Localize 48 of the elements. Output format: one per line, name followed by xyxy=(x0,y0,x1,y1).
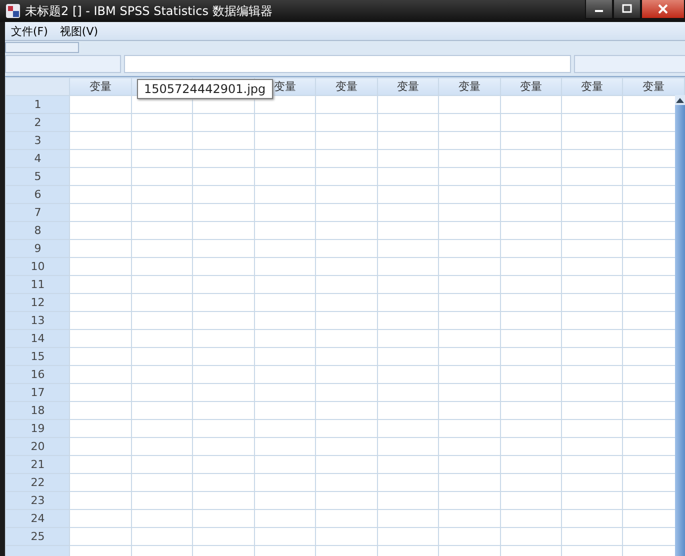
toolbar-grip[interactable] xyxy=(5,42,79,53)
maximize-icon xyxy=(621,4,633,14)
column-header[interactable]: 变量 xyxy=(438,78,500,96)
row-header[interactable]: 14 xyxy=(6,330,70,348)
close-button[interactable] xyxy=(641,0,685,19)
column-header[interactable]: 变量 xyxy=(562,78,623,96)
maximize-button[interactable] xyxy=(613,0,641,19)
cell-name-field[interactable] xyxy=(5,55,121,73)
row-header[interactable]: 3 xyxy=(6,132,70,150)
row-header[interactable]: 22 xyxy=(6,474,70,492)
menu-item[interactable]: 视图(V) xyxy=(54,24,104,38)
row-header[interactable]: 5 xyxy=(6,168,70,186)
row-header[interactable]: 10 xyxy=(6,258,70,276)
row-header[interactable]: 20 xyxy=(6,438,70,456)
scrollbar[interactable] xyxy=(675,95,685,556)
row-header[interactable]: 16 xyxy=(6,366,70,384)
column-header[interactable]: 变量 xyxy=(622,78,684,96)
menu-item[interactable]: 文件(F) xyxy=(5,24,54,38)
row-header[interactable]: 23 xyxy=(6,492,70,510)
row-header[interactable]: 2 xyxy=(6,114,70,132)
corner-cell[interactable] xyxy=(6,78,70,96)
row-header[interactable]: 19 xyxy=(6,420,70,438)
scroll-up-icon[interactable] xyxy=(675,95,685,105)
row-header[interactable]: 7 xyxy=(6,204,70,222)
row-header[interactable]: 15 xyxy=(6,348,70,366)
column-header[interactable]: 变量 xyxy=(316,78,378,96)
row-header[interactable]: 6 xyxy=(6,186,70,204)
row-header[interactable]: 24 xyxy=(6,510,70,528)
row-header[interactable]: 12 xyxy=(6,294,70,312)
row-header[interactable]: 17 xyxy=(6,384,70,402)
column-header[interactable]: 变量 xyxy=(70,78,132,96)
row-header[interactable]: 9 xyxy=(6,240,70,258)
close-icon xyxy=(657,4,669,14)
row-header[interactable]: 18 xyxy=(6,402,70,420)
tooltip: 1505724442901.jpg xyxy=(137,79,273,99)
row-header[interactable]: 4 xyxy=(6,150,70,168)
window-title: 未标题2 [] - IBM SPSS Statistics 数据编辑器 xyxy=(25,2,274,20)
row-header[interactable]: 1 xyxy=(6,96,70,114)
row-header[interactable]: 13 xyxy=(6,312,70,330)
minimize-button[interactable] xyxy=(585,0,613,19)
app-icon xyxy=(6,4,20,18)
row-header[interactable]: 21 xyxy=(6,456,70,474)
column-header[interactable]: 变量 xyxy=(377,78,439,96)
cell-value-field[interactable] xyxy=(124,55,571,73)
row-header[interactable]: 11 xyxy=(6,276,70,294)
row-header[interactable]: 8 xyxy=(6,222,70,240)
row-header[interactable]: 25 xyxy=(6,528,70,546)
column-header[interactable]: 变量 xyxy=(500,78,562,96)
